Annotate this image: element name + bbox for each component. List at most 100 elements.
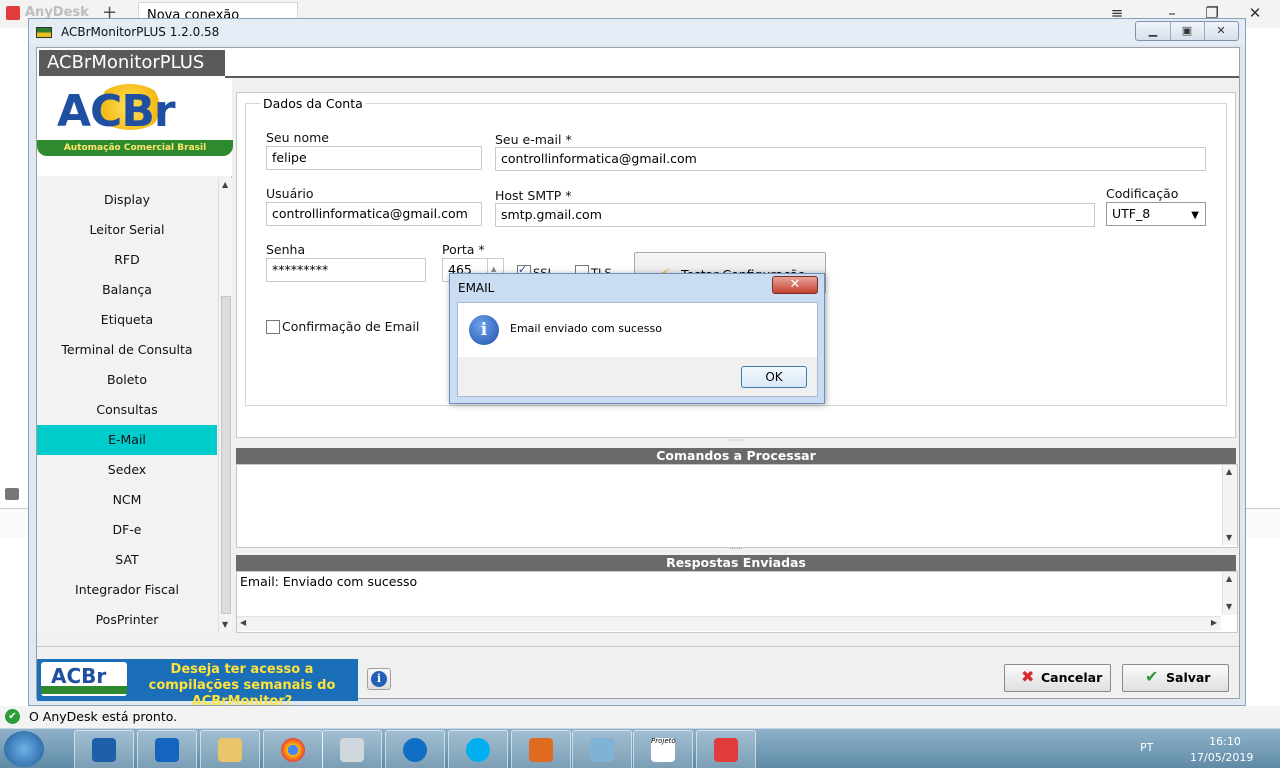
chrome-icon bbox=[281, 738, 305, 762]
sidebar-nav: Display Leitor Serial RFD Balança Etiqueta Te… bbox=[37, 185, 217, 631]
calculator-icon bbox=[340, 738, 364, 762]
sidebar-item-sat[interactable]: SAT bbox=[37, 545, 217, 575]
taskbar-outlook[interactable] bbox=[137, 730, 197, 770]
sidebar-item-balan-a[interactable]: Balança bbox=[37, 275, 217, 305]
scroll-right-icon[interactable]: ▶ bbox=[1211, 618, 1217, 627]
dialog-close-button[interactable]: ✕ bbox=[772, 276, 818, 294]
app-header: ACBrMonitorPLUS bbox=[37, 48, 1239, 78]
sidebar-item-terminal-de-consulta[interactable]: Terminal de Consulta bbox=[37, 335, 217, 365]
splitter-handle-2[interactable]: ······ bbox=[236, 546, 1236, 553]
dropdown-arrow-icon: ▼ bbox=[1191, 210, 1199, 221]
close-icon[interactable]: ✕ bbox=[1204, 22, 1238, 40]
senha-input[interactable]: ********* bbox=[266, 258, 426, 282]
banner-logo-text: ACBr bbox=[51, 664, 107, 688]
remote-desktop-icon[interactable] bbox=[5, 488, 19, 500]
splitter-handle[interactable]: ······ bbox=[236, 437, 1236, 447]
sidebar-item-rfd[interactable]: RFD bbox=[37, 245, 217, 275]
comandos-memo[interactable]: ▲ ▼ bbox=[236, 464, 1238, 548]
minimize-icon[interactable]: ▁ bbox=[1136, 22, 1171, 40]
dialog-message: Email enviado com sucesso bbox=[510, 322, 662, 335]
info-button[interactable]: i bbox=[367, 668, 391, 690]
usuario-input[interactable]: controllinformatica@gmail.com bbox=[266, 202, 482, 226]
dialog-title: EMAIL bbox=[458, 281, 495, 295]
start-button[interactable] bbox=[4, 731, 44, 767]
taskbar-fox-app[interactable] bbox=[511, 730, 571, 770]
compilacoes-banner[interactable]: ACBr Deseja ter acesso a compilações sem… bbox=[37, 659, 358, 709]
scroll-down-icon[interactable]: ▼ bbox=[1226, 533, 1232, 542]
anydesk-logo-icon bbox=[6, 6, 20, 20]
sidebar-item-boleto[interactable]: Boleto bbox=[37, 365, 217, 395]
scroll-up-icon[interactable]: ▲ bbox=[1226, 467, 1232, 476]
folder-icon bbox=[218, 738, 242, 762]
anydesk-close-icon[interactable]: ✕ bbox=[1243, 2, 1267, 24]
sidebar-item-display[interactable]: Display bbox=[37, 185, 217, 215]
respostas-hscrollbar[interactable]: ◀ ▶ bbox=[237, 616, 1221, 631]
projeto-acbr-icon: Projeto bbox=[651, 737, 676, 762]
info-icon: i bbox=[371, 671, 387, 687]
scroll-down-icon[interactable]: ▼ bbox=[222, 620, 228, 629]
comandos-header: Comandos a Processar bbox=[236, 448, 1236, 464]
teamviewer-icon bbox=[403, 738, 427, 762]
nome-label: Seu nome bbox=[266, 130, 329, 145]
dialog-ok-button[interactable]: OK bbox=[741, 366, 807, 388]
taskbar-projeto-acbr[interactable]: Projeto bbox=[633, 730, 693, 770]
taskbar-chrome[interactable] bbox=[263, 730, 323, 770]
taskbar-explorer[interactable] bbox=[200, 730, 260, 770]
anydesk-status-bar: ✔ O AnyDesk está pronto. bbox=[0, 706, 1280, 728]
maximize-icon[interactable]: ▣ bbox=[1170, 22, 1205, 40]
nome-input[interactable]: felipe bbox=[266, 146, 482, 170]
sidebar-item-leitor-serial[interactable]: Leitor Serial bbox=[37, 215, 217, 245]
respostas-memo[interactable]: Email: Enviado com sucesso ▲ ▼ ◀ ▶ bbox=[236, 571, 1238, 633]
sidebar-scrollbar[interactable]: ▲ ▼ bbox=[218, 178, 232, 633]
scroll-down-icon[interactable]: ▼ bbox=[1226, 602, 1232, 611]
fox-icon bbox=[529, 738, 553, 762]
respostas-text: Email: Enviado com sucesso bbox=[240, 574, 418, 589]
sidebar-item-ncm[interactable]: NCM bbox=[37, 485, 217, 515]
cancelar-button[interactable]: ✖ Cancelar bbox=[1004, 664, 1111, 692]
skype-icon bbox=[466, 738, 490, 762]
info-icon: i bbox=[469, 315, 499, 345]
sidebar-item-integrador-fiscal[interactable]: Integrador Fiscal bbox=[37, 575, 217, 605]
sidebar-scroll-thumb[interactable] bbox=[221, 296, 231, 614]
cancel-x-icon: ✖ bbox=[1021, 667, 1035, 686]
windows-taskbar: Projeto PT 16:10 17/05/2019 bbox=[0, 728, 1280, 770]
status-text: O AnyDesk está pronto. bbox=[29, 709, 178, 724]
anydesk-icon bbox=[714, 738, 738, 762]
respostas-vscrollbar[interactable]: ▲ ▼ bbox=[1222, 572, 1237, 615]
scroll-left-icon[interactable]: ◀ bbox=[240, 618, 246, 627]
virtualbox-icon bbox=[92, 738, 116, 762]
sidebar-item-consultas[interactable]: Consultas bbox=[37, 395, 217, 425]
codificacao-label: Codificação bbox=[1106, 186, 1179, 201]
logo-brand-text: ACBr bbox=[57, 86, 176, 137]
host-label: Host SMTP * bbox=[495, 188, 572, 203]
tray-date[interactable]: 17/05/2019 bbox=[1190, 751, 1253, 764]
sidebar-item-posprinter[interactable]: PosPrinter bbox=[37, 605, 217, 635]
taskbar-calculator[interactable] bbox=[322, 730, 382, 770]
scroll-up-icon[interactable]: ▲ bbox=[222, 180, 228, 189]
confirmacao-checkbox[interactable] bbox=[266, 320, 280, 334]
taskbar-skype[interactable] bbox=[448, 730, 508, 770]
app-header-line bbox=[225, 76, 1239, 78]
window-titlebar[interactable]: ACBrMonitorPLUS 1.2.0.58 ▁ ▣ ✕ bbox=[29, 19, 1245, 45]
projeto-label: Projeto bbox=[651, 737, 676, 745]
taskbar-control-panel[interactable] bbox=[572, 730, 632, 770]
tray-time[interactable]: 16:10 bbox=[1196, 735, 1254, 749]
codificacao-select[interactable]: UTF_8 ▼ bbox=[1106, 202, 1206, 226]
email-input[interactable]: controllinformatica@gmail.com bbox=[495, 147, 1206, 171]
sidebar-item-e-mail[interactable]: E-Mail bbox=[37, 425, 217, 455]
sidebar: ACBr Automação Comercial Brasil Display L… bbox=[37, 78, 233, 633]
control-panel-icon bbox=[590, 738, 614, 762]
sidebar-item-etiqueta[interactable]: Etiqueta bbox=[37, 305, 217, 335]
porta-label: Porta * bbox=[442, 242, 485, 257]
taskbar-anydesk[interactable] bbox=[696, 730, 756, 770]
email-label: Seu e-mail * bbox=[495, 132, 572, 147]
comandos-scrollbar[interactable]: ▲ ▼ bbox=[1222, 465, 1237, 545]
host-input[interactable]: smtp.gmail.com bbox=[495, 203, 1095, 227]
sidebar-item-sedex[interactable]: Sedex bbox=[37, 455, 217, 485]
taskbar-virtualbox[interactable] bbox=[74, 730, 134, 770]
scroll-up-icon[interactable]: ▲ bbox=[1226, 574, 1232, 583]
taskbar-teamviewer[interactable] bbox=[385, 730, 445, 770]
tray-language[interactable]: PT bbox=[1140, 741, 1153, 754]
sidebar-item-df-e[interactable]: DF-e bbox=[37, 515, 217, 545]
salvar-button[interactable]: ✔ Salvar bbox=[1122, 664, 1229, 692]
